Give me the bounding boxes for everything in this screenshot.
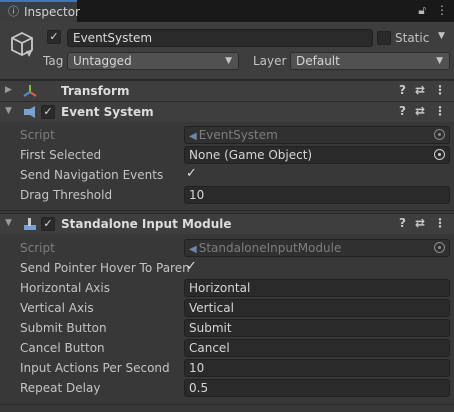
tab-inspector[interactable]: ⓘ Inspector (0, 0, 80, 22)
input-module-icon (24, 218, 36, 230)
tag-dropdown-value: Untagged (73, 54, 132, 68)
event-system-enabled-checkbox[interactable]: ✓ (41, 105, 55, 119)
tag-dropdown[interactable]: Untagged ▼ (67, 52, 239, 70)
first-selected-field[interactable]: None (Game Object) (184, 146, 450, 164)
send-pointer-hover-checkbox[interactable]: ✓ (186, 259, 197, 274)
submit-button-label: Submit Button (20, 321, 107, 335)
input-actions-per-second-field[interactable]: 10 (184, 359, 450, 377)
tag-label: Tag (43, 54, 64, 68)
lock-icon[interactable]: 🔓︎ (418, 3, 426, 18)
layer-dropdown[interactable]: Default ▼ (290, 52, 450, 70)
gameobject-name-field[interactable]: EventSystem (67, 29, 373, 47)
tab-label: Inspector (24, 5, 80, 19)
help-icon[interactable]: ? (399, 216, 406, 230)
component-actions: ? ⇄ ⋮ (399, 83, 446, 97)
repeat-delay-label: Repeat Delay (20, 381, 101, 395)
vertical-axis-field[interactable]: Vertical (184, 299, 450, 317)
input-actions-per-second-label: Input Actions Per Second (20, 361, 170, 375)
event-system-component-header[interactable]: ▼ ✓ Event System ? ⇄ ⋮ (0, 101, 454, 122)
object-picker-icon[interactable] (434, 149, 445, 160)
drag-threshold-field[interactable]: 10 (184, 186, 450, 204)
script-icon: ◀ (189, 244, 197, 255)
script-label: Script (20, 241, 55, 255)
layer-label: Layer (253, 54, 287, 68)
foldout-expanded-icon[interactable]: ▼ (5, 218, 12, 228)
horizontal-axis-field[interactable]: Horizontal (184, 279, 450, 297)
static-label: Static (395, 31, 430, 45)
preset-sliders-icon[interactable]: ⇄ (415, 216, 425, 230)
transform-component-header[interactable]: ▶ Transform ? ⇄ ⋮ (0, 80, 454, 101)
standalone-enabled-checkbox[interactable]: ✓ (41, 217, 55, 231)
script-value: EventSystem (198, 128, 278, 142)
info-icon: ⓘ (8, 5, 19, 18)
send-navigation-label: Send Navigation Events (20, 168, 164, 182)
send-pointer-hover-label: Send Pointer Hover To Paren (20, 261, 190, 275)
static-dropdown-caret-icon[interactable]: ▼ (438, 31, 445, 41)
standalone-script-field: ◀ StandaloneInputModule (184, 239, 450, 257)
kebab-icon[interactable]: ⋮ (436, 3, 448, 18)
transform-axes-icon (23, 85, 37, 97)
object-picker-icon (434, 129, 445, 140)
icon-dropdown-caret-icon[interactable]: ▼ (26, 49, 32, 58)
tab-bar: ⓘ Inspector 🔓︎ ⋮ (0, 0, 454, 22)
standalone-input-component-header[interactable]: ▼ ✓ Standalone Input Module ? ⇄ ⋮ (0, 213, 454, 234)
chevron-down-icon: ▼ (225, 56, 232, 66)
script-label: Script (20, 128, 55, 142)
submit-button-field[interactable]: Submit (184, 319, 450, 337)
event-system-icon (24, 106, 35, 118)
first-selected-value: None (Game Object) (189, 148, 313, 162)
transform-title: Transform (61, 84, 130, 98)
static-checkbox[interactable] (377, 31, 391, 45)
preset-sliders-icon[interactable]: ⇄ (415, 83, 425, 97)
tab-actions: 🔓︎ ⋮ (418, 3, 448, 18)
divider (0, 404, 454, 405)
vertical-axis-label: Vertical Axis (20, 301, 94, 315)
kebab-icon[interactable]: ⋮ (434, 216, 446, 230)
component-actions: ? ⇄ ⋮ (399, 216, 446, 230)
help-icon[interactable]: ? (399, 83, 406, 97)
repeat-delay-field[interactable]: 0.5 (184, 379, 450, 397)
foldout-expanded-icon[interactable]: ▼ (5, 106, 12, 116)
help-icon[interactable]: ? (399, 104, 406, 118)
send-navigation-checkbox[interactable]: ✓ (186, 166, 197, 181)
preset-sliders-icon[interactable]: ⇄ (415, 104, 425, 118)
gameobject-active-checkbox[interactable]: ✓ (47, 30, 61, 44)
cancel-button-field[interactable]: Cancel (184, 339, 450, 357)
layer-dropdown-value: Default (296, 54, 340, 68)
first-selected-label: First Selected (20, 148, 102, 162)
horizontal-axis-label: Horizontal Axis (20, 281, 110, 295)
script-icon: ◀ (189, 131, 197, 142)
cancel-button-label: Cancel Button (20, 341, 105, 355)
drag-threshold-label: Drag Threshold (20, 188, 113, 202)
gameobject-header: ▼ ✓ EventSystem Static ▼ Tag Untagged ▼ … (0, 22, 454, 80)
divider (0, 210, 454, 211)
kebab-icon[interactable]: ⋮ (434, 83, 446, 97)
chevron-down-icon: ▼ (436, 56, 443, 66)
foldout-collapsed-icon[interactable]: ▶ (5, 85, 12, 95)
kebab-icon[interactable]: ⋮ (434, 104, 446, 118)
event-system-title: Event System (61, 105, 154, 119)
standalone-title: Standalone Input Module (61, 217, 232, 231)
component-actions: ? ⇄ ⋮ (399, 104, 446, 118)
object-picker-icon (434, 242, 445, 253)
script-value: StandaloneInputModule (198, 241, 342, 255)
event-system-script-field: ◀ EventSystem (184, 126, 450, 144)
